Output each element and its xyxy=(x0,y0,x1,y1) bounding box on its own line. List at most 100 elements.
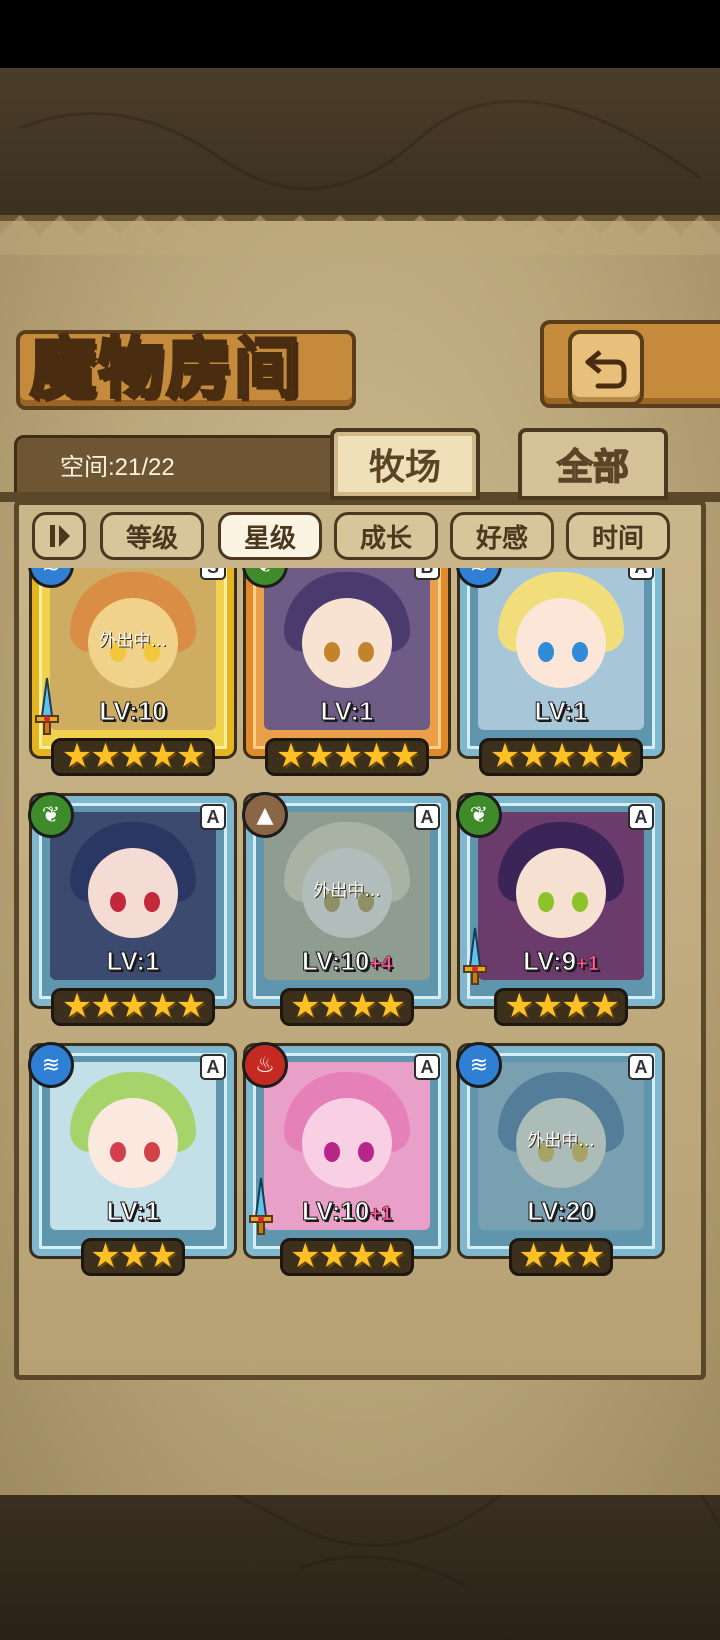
star-icon: ★ xyxy=(518,1236,549,1276)
star-icon: ★ xyxy=(304,736,335,776)
away-status: 外出中... xyxy=(99,631,167,651)
level-label: LV:1 xyxy=(28,1196,238,1227)
star-icon: ★ xyxy=(147,736,178,776)
star-icon: ★ xyxy=(489,736,521,776)
rank-badge: A xyxy=(200,804,226,830)
rank-badge: S xyxy=(200,568,226,580)
sort-affection-button[interactable]: 好感 xyxy=(450,512,554,560)
sort-order-toggle[interactable] xyxy=(32,512,86,560)
sort-star-button[interactable]: 星级 xyxy=(218,512,322,560)
tab-ranch[interactable]: 牧场 xyxy=(330,428,480,500)
star-icon: ★ xyxy=(290,986,321,1026)
star-icon: ★ xyxy=(504,986,535,1026)
sort-direction-icon xyxy=(50,525,70,547)
star-rating: ★★★★★ xyxy=(456,736,666,776)
level-value: LV:1 xyxy=(106,946,160,977)
rank-badge: A xyxy=(628,568,654,580)
level-label: LV:10+4 xyxy=(242,946,452,977)
star-icon: ★ xyxy=(147,986,178,1026)
level-label: LV:1 xyxy=(28,946,238,977)
star-icon: ★ xyxy=(375,986,406,1026)
level-value: LV:10 xyxy=(301,946,370,977)
water-element-icon: ≋ xyxy=(456,1042,502,1088)
star-icon: ★ xyxy=(118,736,150,776)
star-icon: ★ xyxy=(118,1236,150,1276)
monster-card[interactable]: ♨ A LV:10+1 ★★★★ xyxy=(242,1042,452,1282)
star-rating: ★★★ xyxy=(28,1236,238,1276)
level-bonus: +4 xyxy=(369,953,393,976)
sort-time-button[interactable]: 时间 xyxy=(566,512,670,560)
star-icon: ★ xyxy=(575,736,606,776)
star-rating: ★★★★★ xyxy=(242,736,452,776)
star-rating: ★★★★ xyxy=(242,986,452,1026)
sort-level-button[interactable]: 等级 xyxy=(100,512,204,560)
nature-element-icon: ❦ xyxy=(28,792,74,838)
star-icon: ★ xyxy=(603,736,635,776)
away-status: 外出中... xyxy=(313,881,381,901)
level-label: LV:1 xyxy=(456,696,666,727)
star-icon: ★ xyxy=(332,736,364,776)
sort-growth-button[interactable]: 成长 xyxy=(334,512,438,560)
level-value: LV:20 xyxy=(527,1196,595,1227)
star-icon: ★ xyxy=(61,986,93,1026)
monster-card[interactable]: ▲ A 外出中... LV:10+4 ★★★★ xyxy=(242,792,452,1032)
star-icon: ★ xyxy=(290,1236,321,1276)
earth-element-icon: ▲ xyxy=(242,792,288,838)
water-element-icon: ≋ xyxy=(28,1042,74,1088)
star-icon: ★ xyxy=(90,986,121,1026)
star-icon: ★ xyxy=(175,736,207,776)
level-value: LV:9 xyxy=(523,946,577,977)
monster-card[interactable]: ❦BLV:1★★★★★ xyxy=(242,568,452,782)
monster-card[interactable]: ❦ A LV:9+1 ★★★★ xyxy=(456,792,666,1032)
monster-card[interactable]: ≋ A 外出中... LV:20 ★★★ xyxy=(456,1042,666,1282)
monster-card[interactable]: ❦ A LV:1 ★★★★★ xyxy=(28,792,238,1032)
rank-badge: A xyxy=(414,804,440,830)
level-value: LV:10 xyxy=(301,1196,370,1227)
level-value: LV:1 xyxy=(106,1196,160,1227)
star-icon: ★ xyxy=(90,1236,121,1276)
star-icon: ★ xyxy=(361,736,392,776)
star-icon: ★ xyxy=(318,1236,350,1276)
star-icon: ★ xyxy=(175,986,207,1026)
level-bonus: +1 xyxy=(369,1203,393,1226)
star-icon: ★ xyxy=(575,1236,606,1276)
rank-badge: A xyxy=(414,1054,440,1080)
rank-badge: B xyxy=(414,568,440,580)
back-button[interactable] xyxy=(568,330,644,406)
monster-card[interactable]: ≋S外出中...LV:10★★★★★ xyxy=(28,568,238,782)
return-arrow-icon xyxy=(585,350,627,389)
star-icon: ★ xyxy=(318,986,350,1026)
page-title: 魔物房间 xyxy=(29,328,302,409)
star-icon: ★ xyxy=(546,1236,578,1276)
star-rating: ★★★★★ xyxy=(28,736,238,776)
level-label: LV:10+1 xyxy=(242,1196,452,1227)
star-icon: ★ xyxy=(61,736,93,776)
star-icon: ★ xyxy=(90,736,121,776)
star-icon: ★ xyxy=(118,986,150,1026)
tab-all[interactable]: 全部 xyxy=(518,428,668,500)
monster-card[interactable]: ≋ A LV:1 ★★★ xyxy=(28,1042,238,1282)
star-icon: ★ xyxy=(532,986,564,1026)
rank-badge: A xyxy=(628,1054,654,1080)
monster-card[interactable]: ≋ALV:1★★★★★ xyxy=(456,568,666,782)
star-icon: ★ xyxy=(347,986,378,1026)
star-icon: ★ xyxy=(546,736,578,776)
star-icon: ★ xyxy=(589,986,620,1026)
panel-edge-decoration xyxy=(0,215,720,255)
nature-element-icon: ❦ xyxy=(456,792,502,838)
level-label: LV:10 xyxy=(28,696,238,727)
level-label: LV:20 xyxy=(456,1196,666,1227)
space-capacity-label: 空间:21/22 xyxy=(60,454,175,481)
away-status: 外出中... xyxy=(527,1131,595,1151)
star-icon: ★ xyxy=(275,736,307,776)
star-rating: ★★★ xyxy=(456,1236,666,1276)
level-label: LV:1 xyxy=(242,696,452,727)
star-rating: ★★★★ xyxy=(456,986,666,1026)
level-value: LV:1 xyxy=(534,696,588,727)
star-icon: ★ xyxy=(147,1236,178,1276)
level-label: LV:9+1 xyxy=(456,946,666,977)
star-rating: ★★★★★ xyxy=(28,986,238,1026)
level-value: LV:10 xyxy=(99,696,167,727)
star-rating: ★★★★ xyxy=(242,1236,452,1276)
level-value: LV:1 xyxy=(320,696,374,727)
